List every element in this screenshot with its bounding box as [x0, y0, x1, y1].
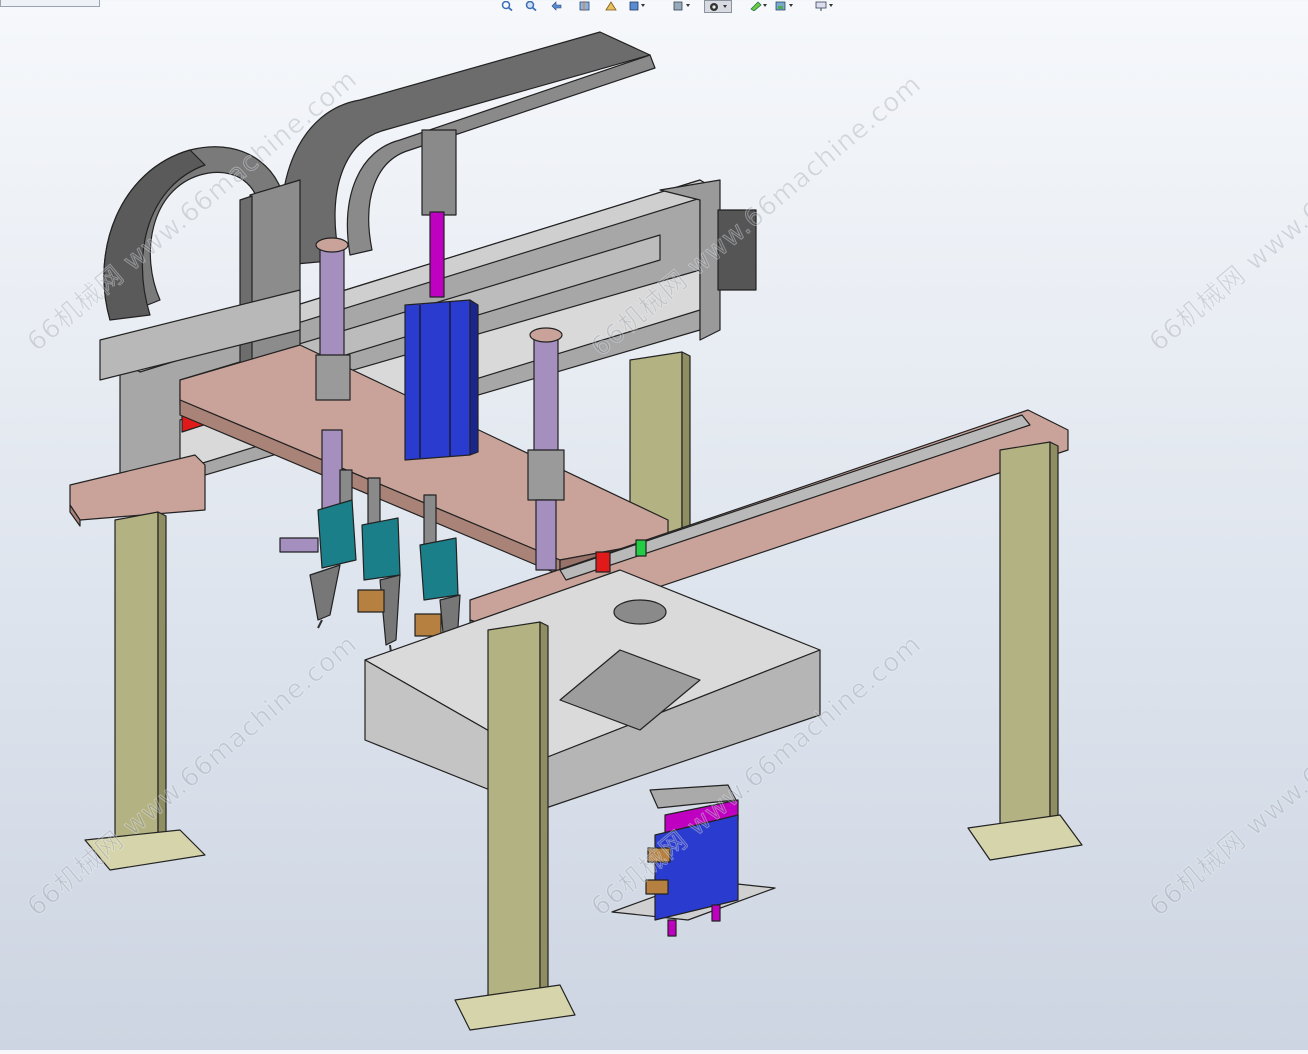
- lower-air-cylinder: [611, 784, 776, 937]
- cad-viewport[interactable]: 66机械网 www.66machine.com 66机械网 www.66mach…: [0, 0, 1308, 1050]
- leg-front-left: [84, 511, 206, 871]
- view-settings-icon[interactable]: [814, 0, 836, 11]
- heads-up-view-toolbar: [0, 0, 1308, 14]
- leg-front-right: [967, 441, 1083, 861]
- dispense-valve-1: [279, 469, 357, 629]
- red-limit: [595, 551, 611, 573]
- feature-manager-tab[interactable]: [0, 0, 100, 7]
- machine-assembly-model[interactable]: [0, 0, 1308, 1050]
- display-style-icon[interactable]: [672, 0, 692, 11]
- apply-scene-icon[interactable]: [774, 0, 796, 11]
- green-sensor: [635, 539, 647, 557]
- section-view-icon[interactable]: [578, 0, 594, 11]
- zoom-area-icon[interactable]: [524, 0, 538, 11]
- hide-show-items-icon[interactable]: [704, 0, 732, 13]
- workpiece-tray: [364, 569, 821, 811]
- dynamic-annotation-icon[interactable]: [604, 0, 618, 11]
- previous-view-icon[interactable]: [549, 0, 563, 11]
- view-orientation-icon[interactable]: [628, 0, 646, 11]
- edit-appearance-icon[interactable]: [748, 0, 768, 11]
- zoom-fit-icon[interactable]: [500, 0, 514, 11]
